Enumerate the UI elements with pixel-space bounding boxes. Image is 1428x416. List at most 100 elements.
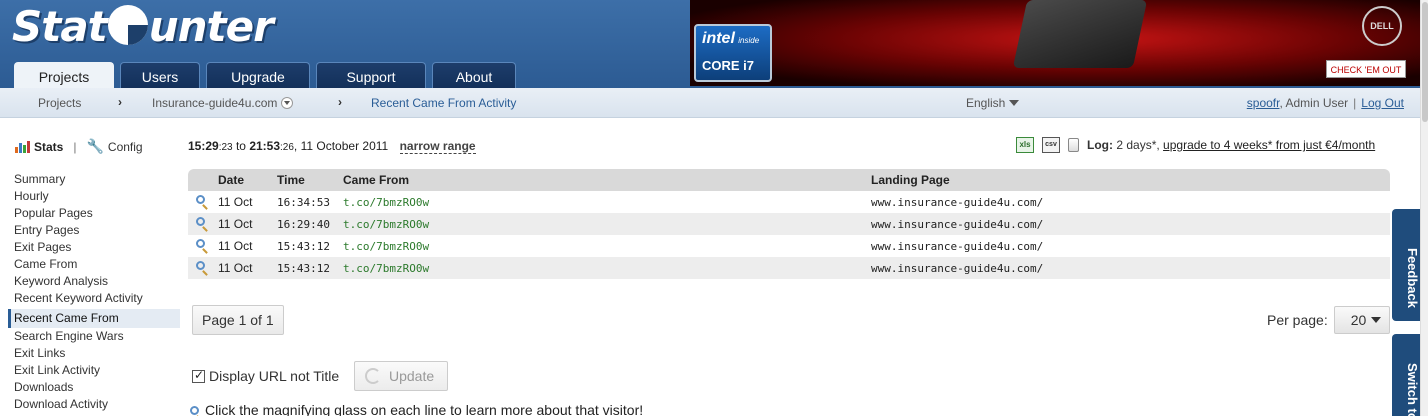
cell-landing-page-link[interactable]: www.insurance-guide4u.com/	[871, 218, 1390, 231]
sidebar-item-exit-link-activity[interactable]: Exit Link Activity	[8, 363, 180, 380]
feedback-tab[interactable]: Feedback	[1392, 209, 1420, 321]
sidebar-item-keyword-analysis[interactable]: Keyword Analysis	[8, 274, 180, 291]
statcounter-logo[interactable]: Stat unter	[12, 2, 274, 51]
magnifier-hint: Click the magnifying glass on each line …	[190, 402, 643, 416]
breadcrumb-projects[interactable]: Projects	[38, 96, 81, 110]
log-label: Log:	[1087, 138, 1113, 152]
table-row: 11 Oct 16:34:53 t.co/7bmzRO0w www.insura…	[188, 191, 1390, 213]
scrollbar-thumb[interactable]	[1422, 2, 1428, 122]
header: Stat unter Projects Users Upgrade Support…	[0, 0, 1428, 88]
tab-users[interactable]: Users	[120, 62, 200, 88]
config-link[interactable]: Config	[108, 140, 143, 154]
stats-link[interactable]: Stats	[34, 140, 63, 154]
update-button[interactable]: Update	[354, 361, 448, 391]
sidebar-item-search-engine-wars[interactable]: Search Engine Wars	[8, 329, 180, 346]
table-row: 11 Oct 15:43:12 t.co/7bmzRO0w www.insura…	[188, 257, 1390, 279]
sidebar-item-recent-keyword-activity[interactable]: Recent Keyword Activity	[8, 291, 180, 308]
page-scrollbar[interactable]	[1420, 0, 1428, 416]
sidebar-item-downloads[interactable]: Downloads	[8, 380, 180, 397]
logo-pie-icon	[107, 5, 148, 45]
column-header-time: Time	[277, 173, 305, 187]
time-range: 15:29:23 to 21:53:26, 11 October 2011 na…	[188, 139, 476, 154]
ad-cta-button[interactable]: CHECK 'EM OUT	[1326, 60, 1406, 78]
intel-word: intel	[702, 30, 735, 47]
tab-about[interactable]: About	[432, 62, 516, 88]
cell-landing-page-link[interactable]: www.insurance-guide4u.com/	[871, 240, 1390, 253]
page-indicator[interactable]: Page 1 of 1	[192, 305, 284, 335]
range-to: to	[235, 139, 246, 153]
sidebar-item-recent-came-from[interactable]: Recent Came From	[8, 309, 180, 328]
cell-time: 16:29:40	[277, 217, 330, 231]
display-url-checkbox[interactable]	[192, 368, 205, 383]
hint-text: Click the magnifying glass on each line …	[205, 402, 644, 416]
sidebar-item-popular-pages[interactable]: Popular Pages	[8, 206, 180, 223]
chevron-down-icon[interactable]	[281, 97, 294, 109]
column-header-came-from: Came From	[343, 173, 410, 187]
cell-came-from-link[interactable]: t.co/7bmzRO0w	[343, 196, 871, 209]
upgrade-log-link[interactable]: upgrade to 4 weeks* from just €4/month	[1163, 138, 1375, 152]
magnifier-icon	[190, 405, 199, 415]
per-page-control: Per page: 20	[1267, 306, 1390, 334]
came-from-table: Date Time Came From Landing Page 11 Oct …	[188, 169, 1390, 279]
cell-date: 11 Oct	[218, 239, 253, 253]
tab-support[interactable]: Support	[316, 62, 426, 88]
sidebar-item-entry-pages[interactable]: Entry Pages	[8, 223, 180, 240]
cell-time: 15:43:12	[277, 239, 330, 253]
breadcrumb-current: Recent Came From Activity	[371, 96, 517, 110]
cell-came-from-link[interactable]: t.co/7bmzRO0w	[343, 240, 871, 253]
user-role: , Admin User	[1279, 96, 1349, 110]
magnifier-icon[interactable]	[196, 261, 205, 270]
per-page-label: Per page:	[1267, 312, 1328, 328]
switch-tab[interactable]: Switch to	[1392, 334, 1420, 416]
magnifier-icon[interactable]	[196, 239, 205, 248]
display-url-option[interactable]: Display URL not Title	[192, 368, 339, 384]
cell-date: 11 Oct	[218, 217, 253, 231]
tab-projects[interactable]: Projects	[14, 62, 114, 88]
narrow-range-link[interactable]: narrow range	[399, 139, 476, 154]
sidebar-item-came-from[interactable]: Came From	[8, 257, 180, 274]
csv-export-icon[interactable]: csv	[1042, 137, 1060, 153]
sidebar-item-exit-links[interactable]: Exit Links	[8, 346, 180, 363]
user-box: spoofr, Admin User | Log Out	[1247, 96, 1404, 110]
stats-config-switch: Stats | 🔧 Config	[15, 138, 143, 155]
sidebar-item-hourly[interactable]: Hourly	[8, 189, 180, 206]
magnifier-icon[interactable]	[196, 195, 205, 204]
excel-export-icon[interactable]: xls	[1016, 137, 1034, 153]
cell-came-from-link[interactable]: t.co/7bmzRO0w	[343, 218, 871, 231]
wrench-icon: 🔧	[86, 138, 104, 154]
cell-time: 15:43:12	[277, 261, 330, 275]
username-link[interactable]: spoofr	[1247, 96, 1280, 110]
logout-link[interactable]: Log Out	[1361, 96, 1404, 110]
range-end-seconds: :26	[280, 142, 294, 153]
caret-down-icon	[1009, 100, 1020, 106]
per-page-select[interactable]: 20	[1333, 306, 1390, 334]
divider: |	[1353, 96, 1357, 110]
sidebar-item-summary[interactable]: Summary	[8, 172, 180, 189]
cell-came-from-link[interactable]: t.co/7bmzRO0w	[343, 262, 871, 275]
intel-inside-text: inside	[738, 36, 760, 45]
range-end-time: 21:53	[249, 139, 281, 153]
log-value: 2 days*,	[1116, 138, 1160, 152]
language-select[interactable]: English	[966, 96, 1020, 110]
dell-logo: DELL	[1362, 6, 1402, 46]
ad-banner[interactable]: intel inside CORE i7 DELL CHECK 'EM OUT	[690, 0, 1420, 86]
bar-chart-icon	[15, 140, 30, 153]
logo-text-end: unter	[148, 2, 274, 51]
laptop-image	[1012, 0, 1148, 68]
magnifier-icon[interactable]	[196, 217, 205, 226]
refresh-icon	[365, 368, 381, 384]
sidebar-nav: Summary Hourly Popular Pages Entry Pages…	[8, 172, 180, 414]
breadcrumb-separator: ›	[338, 95, 342, 109]
sidebar-item-download-activity[interactable]: Download Activity	[8, 397, 180, 414]
cell-landing-page-link[interactable]: www.insurance-guide4u.com/	[871, 196, 1390, 209]
breadcrumb-project-select[interactable]: Insurance-guide4u.com	[152, 96, 294, 110]
range-start-time: 15:29	[188, 139, 219, 153]
range-date: 11 October 2011	[300, 139, 389, 153]
sidebar-item-exit-pages[interactable]: Exit Pages	[8, 240, 180, 257]
tab-upgrade[interactable]: Upgrade	[206, 62, 310, 88]
divider: |	[73, 139, 77, 154]
column-header-date: Date	[218, 173, 245, 187]
intel-core-text: CORE i7	[702, 58, 755, 73]
display-url-label[interactable]: Display URL not Title	[209, 368, 339, 384]
cell-landing-page-link[interactable]: www.insurance-guide4u.com/	[871, 262, 1390, 275]
